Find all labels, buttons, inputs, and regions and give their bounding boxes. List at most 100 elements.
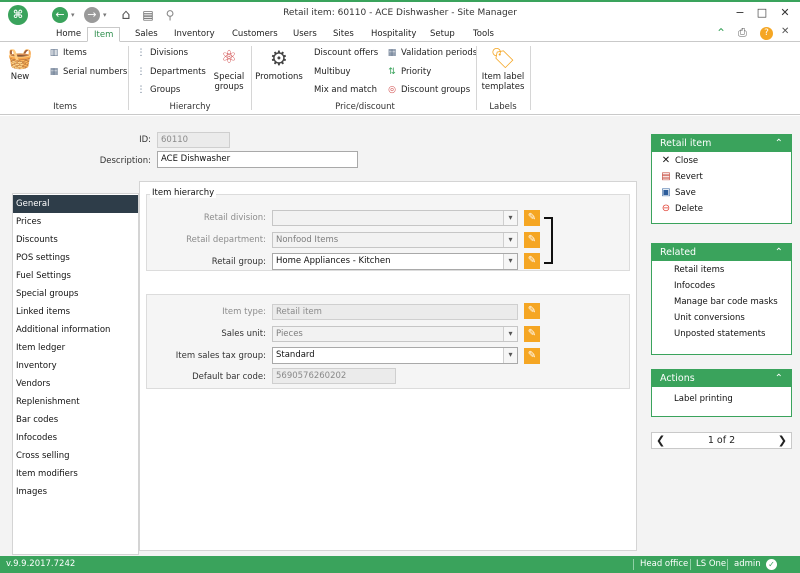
chevron-down-icon[interactable]: ▾ (503, 233, 517, 247)
retail-item-panel-header[interactable]: Retail item ⌃ (652, 135, 791, 152)
new-button[interactable]: 🧺 New (6, 46, 34, 82)
related-retail-items-link[interactable]: Retail items (674, 265, 724, 275)
nav-item-fuel-settings[interactable]: Fuel Settings (13, 267, 138, 285)
collapse-caret-icon[interactable]: ⌃ (775, 135, 783, 152)
related-unit-conversions-link[interactable]: Unit conversions (674, 313, 745, 323)
related-infocodes-link[interactable]: Infocodes (674, 281, 715, 291)
nav-item-inventory[interactable]: Inventory (13, 357, 138, 375)
revert-action[interactable]: ▤ Revert (660, 171, 703, 182)
serial-numbers-button[interactable]: ▦ Serial numbers (48, 67, 128, 77)
groups-button[interactable]: ⋮ Groups (135, 85, 181, 95)
related-bar-code-masks-link[interactable]: Manage bar code masks (674, 297, 778, 307)
tab-users[interactable]: Users (287, 27, 323, 42)
status-separator (727, 559, 728, 570)
retail-division-select[interactable] (272, 210, 518, 226)
minimize-icon[interactable]: − (730, 6, 750, 19)
retail-department-select[interactable]: Nonfood Items (272, 232, 518, 248)
user-text: admin (734, 559, 761, 569)
tab-home[interactable]: Home (50, 27, 87, 42)
validation-periods-button[interactable]: ▦ Validation periods (386, 48, 477, 58)
nav-item-discounts[interactable]: Discounts (13, 231, 138, 249)
item-label-templates-button[interactable]: 🏷 Item label templates (480, 46, 526, 92)
departments-button[interactable]: ⋮ Departments (135, 67, 206, 77)
nav-item-infocodes[interactable]: Infocodes (13, 429, 138, 447)
nav-item-pos-settings[interactable]: POS settings (13, 249, 138, 267)
tab-customers[interactable]: Customers (226, 27, 284, 42)
edit-group-button[interactable]: ✎ (524, 253, 540, 269)
tab-inventory[interactable]: Inventory (168, 27, 221, 42)
chevron-down-icon[interactable]: ▾ (503, 211, 517, 225)
retail-item-panel: Retail item ⌃ ✕ Close ▤ Revert ▣ Save ⊖ Dele… (651, 134, 792, 224)
ribbon-separator (530, 46, 531, 110)
tab-tools[interactable]: Tools (467, 27, 500, 42)
label-printing-action[interactable]: Label printing (674, 394, 733, 404)
chevron-down-icon[interactable]: ▾ (503, 327, 517, 341)
nav-item-cross-selling[interactable]: Cross selling (13, 447, 138, 465)
chevron-down-icon[interactable]: ▾ (503, 348, 517, 363)
collapse-caret-icon[interactable]: ⌃ (775, 244, 783, 261)
tab-sales[interactable]: Sales (129, 27, 164, 42)
close-action[interactable]: ✕ Close (660, 155, 698, 166)
ribbon-separator (251, 46, 252, 110)
sales-unit-select[interactable]: Pieces (272, 326, 518, 342)
discount-offers-button[interactable]: Discount offers (314, 48, 378, 58)
nav-item-prices[interactable]: Prices (13, 213, 138, 231)
related-panel-header[interactable]: Related ⌃ (652, 244, 791, 261)
help-icon[interactable]: ? (760, 27, 773, 40)
tab-sites[interactable]: Sites (327, 27, 360, 42)
collapse-ribbon-icon[interactable]: ⌃ (716, 26, 726, 40)
nav-item-item-ledger[interactable]: Item ledger (13, 339, 138, 357)
id-label: ID: (139, 135, 151, 145)
shopping-basket-icon: 🧺 (7, 46, 33, 70)
maximize-icon[interactable]: □ (752, 6, 772, 19)
tab-hospitality[interactable]: Hospitality (365, 27, 422, 42)
nav-item-bar-codes[interactable]: Bar codes (13, 411, 138, 429)
divisions-button[interactable]: ⋮ Divisions (135, 48, 189, 58)
ribbon-tabs: Home Item Sales Inventory Customers User… (0, 26, 800, 42)
connection-check-icon: ✓ (766, 559, 777, 570)
chevron-down-icon[interactable]: ▾ (503, 254, 517, 269)
sales-tax-group-select[interactable]: Standard (272, 347, 518, 364)
save-action[interactable]: ▣ Save (660, 187, 696, 198)
edit-sales-tax-group-button[interactable]: ✎ (524, 348, 540, 364)
close-view-icon[interactable]: ✕ (781, 26, 789, 37)
group-label-price-discount: Price/discount (335, 102, 395, 112)
group-label-hierarchy: Hierarchy (169, 102, 211, 112)
special-groups-button[interactable]: ⚛ Special groups (211, 46, 247, 92)
label-tag-icon: 🏷 (490, 46, 516, 70)
print-icon[interactable]: ⎙ (738, 26, 747, 40)
nav-item-vendors[interactable]: Vendors (13, 375, 138, 393)
next-page-icon[interactable]: ❯ (778, 433, 787, 448)
section-nav: General Prices Discounts POS settings Fu… (12, 193, 139, 555)
tab-setup[interactable]: Setup (424, 27, 461, 42)
actions-panel-header[interactable]: Actions ⌃ (652, 370, 791, 387)
delete-action[interactable]: ⊖ Delete (660, 203, 703, 214)
nav-item-images[interactable]: Images (13, 483, 138, 501)
nav-item-item-modifiers[interactable]: Item modifiers (13, 465, 138, 483)
edit-item-type-button[interactable]: ✎ (524, 303, 540, 319)
edit-sales-unit-button[interactable]: ✎ (524, 326, 540, 342)
close-window-icon[interactable]: ✕ (775, 6, 795, 19)
items-button[interactable]: ▥ Items (48, 48, 87, 58)
discount-groups-button[interactable]: ◎ Discount groups (386, 85, 470, 95)
description-field[interactable]: ACE Dishwasher (157, 151, 358, 168)
promotions-button[interactable]: ⚙ Promotions (255, 46, 303, 82)
related-unposted-statements-link[interactable]: Unposted statements (674, 329, 765, 339)
item-hierarchy-legend: Item hierarchy (150, 188, 217, 198)
multibuy-button[interactable]: Multibuy (314, 67, 351, 77)
collapse-caret-icon[interactable]: ⌃ (775, 370, 783, 387)
nav-item-special-groups[interactable]: Special groups (13, 285, 138, 303)
tab-item[interactable]: Item (87, 27, 121, 42)
serial-numbers-icon: ▦ (49, 67, 59, 77)
nav-item-replenishment[interactable]: Replenishment (13, 393, 138, 411)
nav-item-additional-information[interactable]: Additional information (13, 321, 138, 339)
sales-tax-group-label: Item sales tax group: (175, 351, 266, 361)
nav-item-linked-items[interactable]: Linked items (13, 303, 138, 321)
priority-button[interactable]: ⇅ Priority (386, 67, 431, 77)
mix-and-match-button[interactable]: Mix and match (314, 85, 377, 95)
edit-division-button[interactable]: ✎ (524, 210, 540, 226)
retail-group-select[interactable]: Home Appliances - Kitchen (272, 253, 518, 270)
general-panel: Item hierarchy Retail division: ▾ ✎ Reta… (139, 181, 637, 551)
nav-item-general[interactable]: General (13, 195, 138, 213)
edit-department-button[interactable]: ✎ (524, 232, 540, 248)
